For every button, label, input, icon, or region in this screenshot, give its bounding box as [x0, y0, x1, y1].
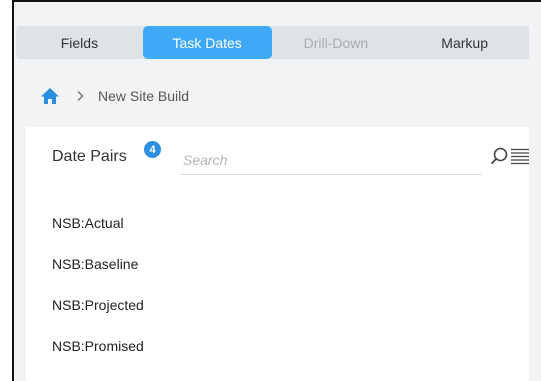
breadcrumb-current: New Site Build — [98, 88, 190, 104]
count-badge: 4 — [144, 141, 161, 158]
tab-drill-down: Drill-Down — [303, 34, 369, 51]
tab-bar: Fields Task Dates Drill-Down Markup — [16, 26, 529, 59]
breadcrumb: New Site Build — [40, 85, 189, 107]
list-item[interactable]: NSB:Baseline — [52, 254, 144, 295]
panel-header: Date Pairs 4 — [26, 127, 529, 177]
tab-markup[interactable]: Markup — [400, 26, 529, 59]
tab-fields[interactable]: Fields — [16, 26, 143, 59]
home-icon[interactable] — [40, 86, 60, 106]
date-pairs-panel: Date Pairs 4 NSB:Actual NSB:Baseline NSB… — [26, 127, 529, 381]
list-item[interactable]: NSB:Actual — [52, 213, 144, 254]
tab-task-dates[interactable]: Task Dates — [142, 26, 272, 59]
list-view-icon[interactable] — [511, 148, 529, 165]
list-item[interactable]: NSB:Promised — [52, 336, 144, 377]
search-input[interactable] — [180, 145, 482, 175]
search-icon[interactable] — [490, 147, 508, 165]
date-pairs-list: NSB:Actual NSB:Baseline NSB:Projected NS… — [52, 213, 144, 377]
panel-title: Date Pairs — [52, 148, 127, 165]
list-item[interactable]: NSB:Projected — [52, 295, 144, 336]
chevron-right-icon — [77, 90, 84, 102]
